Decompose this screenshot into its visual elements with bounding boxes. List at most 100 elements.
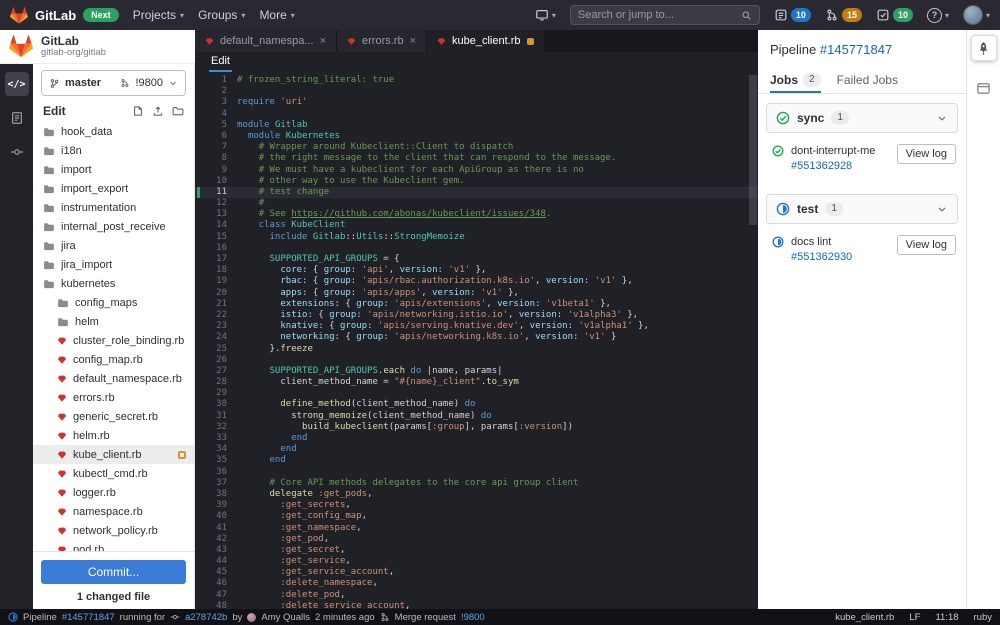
view-log-button[interactable]: View log xyxy=(896,144,956,164)
line-number[interactable]: 37 xyxy=(203,478,227,489)
code-line-6[interactable]: 6 module Kubernetes xyxy=(195,131,758,142)
line-number[interactable]: 42 xyxy=(203,534,227,545)
line-number[interactable]: 28 xyxy=(203,377,227,388)
code-line-48[interactable]: 48 :delete_service_account, xyxy=(195,601,758,609)
code-line-11[interactable]: 11 # test change xyxy=(195,186,758,199)
code-line-28[interactable]: 28 client_method_name = "#{name}_client"… xyxy=(195,377,758,388)
next-badge[interactable]: Next xyxy=(83,8,119,22)
preview-panel-button[interactable] xyxy=(971,75,997,101)
edit-mode-button[interactable]: </> xyxy=(4,72,29,96)
line-number[interactable]: 46 xyxy=(203,578,227,589)
menu-groups[interactable]: Groups ▾ xyxy=(198,8,245,22)
code-line-24[interactable]: 24 networking: { group: 'apis/networking… xyxy=(195,332,758,343)
search-input[interactable] xyxy=(577,9,735,21)
tree-item-kubernetes[interactable]: kubernetes xyxy=(33,274,194,293)
tree-item-instrumentation[interactable]: instrumentation xyxy=(33,198,194,217)
line-number[interactable]: 19 xyxy=(203,276,227,287)
tree-item-internal_post_receive[interactable]: internal_post_receive xyxy=(33,217,194,236)
job-id-link[interactable]: #551362928 xyxy=(791,160,852,172)
tree-item-network_policy.rb[interactable]: network_policy.rb xyxy=(33,521,194,540)
code-editor[interactable]: 1 # frozen_string_literal: true 2 3 require … xyxy=(195,72,758,609)
line-number[interactable]: 26 xyxy=(203,355,227,366)
branch-selector[interactable]: master !9800 xyxy=(41,70,186,96)
code-line-47[interactable]: 47 :delete_pod, xyxy=(195,590,758,601)
code-line-29[interactable]: 29 xyxy=(195,388,758,399)
menu-projects[interactable]: Projects ▾ xyxy=(133,8,184,22)
help-menu[interactable]: ? ▾ xyxy=(926,7,949,23)
code-line-22[interactable]: 22 istio: { group: 'apis/networking.isti… xyxy=(195,310,758,321)
line-number[interactable]: 30 xyxy=(203,399,227,410)
code-line-45[interactable]: 45 :get_service_account, xyxy=(195,567,758,578)
code-line-21[interactable]: 21 extensions: { group: 'apis/extensions… xyxy=(195,299,758,310)
code-line-7[interactable]: 7 # Wrapper around Kubeclient::Client to… xyxy=(195,142,758,153)
line-number[interactable]: 5 xyxy=(203,120,227,131)
line-number[interactable]: 45 xyxy=(203,567,227,578)
line-number[interactable]: 36 xyxy=(203,467,227,478)
line-number[interactable]: 4 xyxy=(203,109,227,120)
tree-item-config_maps[interactable]: config_maps xyxy=(33,293,194,312)
review-mode-button[interactable] xyxy=(5,106,29,130)
global-search[interactable] xyxy=(569,5,760,25)
line-number[interactable]: 8 xyxy=(203,153,227,164)
code-line-9[interactable]: 9 # We must have a kubeclient for each A… xyxy=(195,165,758,176)
code-line-16[interactable]: 16 xyxy=(195,243,758,254)
code-line-38[interactable]: 38 delegate :get_pods, xyxy=(195,489,758,500)
code-line-31[interactable]: 31 strong_memoize(client_method_name) do xyxy=(195,411,758,422)
tab-edit[interactable]: Edit xyxy=(209,55,232,72)
code-line-40[interactable]: 40 :get_config_map, xyxy=(195,511,758,522)
pipelines-panel-button[interactable] xyxy=(970,35,997,61)
line-number[interactable]: 41 xyxy=(203,523,227,534)
code-line-2[interactable]: 2 xyxy=(195,86,758,97)
commit-button[interactable]: Commit... xyxy=(41,560,186,584)
code-line-33[interactable]: 33 end xyxy=(195,433,758,444)
code-line-23[interactable]: 23 knative: { group: 'apis/serving.knati… xyxy=(195,321,758,332)
project-header[interactable]: GitLab gitlab-org/gitlab xyxy=(0,30,195,64)
tree-item-generic_secret.rb[interactable]: generic_secret.rb xyxy=(33,407,194,426)
code-line-26[interactable]: 26 xyxy=(195,355,758,366)
line-number[interactable]: 13 xyxy=(203,209,227,220)
tree-item-pod.rb[interactable]: pod.rb xyxy=(33,540,194,551)
code-line-46[interactable]: 46 :delete_namespace, xyxy=(195,578,758,589)
line-number[interactable]: 31 xyxy=(203,411,227,422)
code-line-41[interactable]: 41 :get_namespace, xyxy=(195,523,758,534)
commit-mode-button[interactable] xyxy=(5,140,29,164)
eol-indicator[interactable]: LF xyxy=(909,612,920,623)
code-line-44[interactable]: 44 :get_service, xyxy=(195,556,758,567)
line-number[interactable]: 2 xyxy=(203,86,227,97)
line-number[interactable]: 35 xyxy=(203,455,227,466)
tree-item-jira_import[interactable]: jira_import xyxy=(33,255,194,274)
line-number[interactable]: 27 xyxy=(203,366,227,377)
tree-item-helm.rb[interactable]: helm.rb xyxy=(33,426,194,445)
code-line-14[interactable]: 14 class KubeClient xyxy=(195,220,758,231)
line-number[interactable]: 34 xyxy=(203,444,227,455)
code-line-27[interactable]: 27 SUPPORTED_API_GROUPS.each do |name, p… xyxy=(195,366,758,377)
line-number[interactable]: 32 xyxy=(203,422,227,433)
line-number[interactable]: 23 xyxy=(203,321,227,332)
code-line-13[interactable]: 13 # See https://github.com/abonas/kubec… xyxy=(195,209,758,220)
gitlab-home-link[interactable]: GitLab Next xyxy=(10,6,119,24)
line-number[interactable]: 17 xyxy=(203,254,227,265)
close-icon[interactable]: × xyxy=(410,35,416,47)
line-number[interactable]: 16 xyxy=(203,243,227,254)
code-line-3[interactable]: 3 require 'uri' xyxy=(195,97,758,108)
editor-scrollbar[interactable] xyxy=(749,75,757,225)
editor-tab-errors[interactable]: errors.rb × xyxy=(337,30,428,52)
code-line-4[interactable]: 4 xyxy=(195,109,758,120)
line-number[interactable]: 18 xyxy=(203,265,227,276)
upload-file-button[interactable] xyxy=(152,105,164,117)
line-number[interactable]: 10 xyxy=(203,176,227,187)
tree-item-helm[interactable]: helm xyxy=(33,312,194,331)
code-line-36[interactable]: 36 xyxy=(195,467,758,478)
line-number[interactable]: 20 xyxy=(203,288,227,299)
stage-test[interactable]: test 1 xyxy=(766,193,958,224)
dashboards-menu[interactable]: ▾ xyxy=(535,8,556,22)
tab-failed-jobs[interactable]: Failed Jobs xyxy=(837,66,898,93)
pipeline-id-link[interactable]: #145771847 xyxy=(62,612,115,623)
menu-more[interactable]: More ▾ xyxy=(259,8,294,22)
tree-item-i18n[interactable]: i18n xyxy=(33,141,194,160)
line-number[interactable]: 44 xyxy=(203,556,227,567)
code-line-19[interactable]: 19 rbac: { group: 'apis/rbac.authorizati… xyxy=(195,276,758,287)
code-line-30[interactable]: 30 define_method(client_method_name) do xyxy=(195,399,758,410)
code-line-39[interactable]: 39 :get_secrets, xyxy=(195,500,758,511)
merge-requests-counter[interactable]: 15 xyxy=(825,8,862,22)
